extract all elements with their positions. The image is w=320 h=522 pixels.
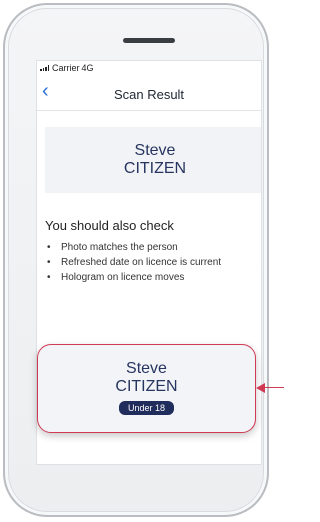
checks-list: Photo matches the person Refreshed date … (45, 240, 221, 285)
page-title: Scan Result (113, 87, 185, 102)
checks-heading: You should also check (45, 218, 174, 233)
home-area (126, 475, 170, 476)
result-card: Steve CITIZEN Under 18 (37, 344, 256, 433)
name-card: Steve CITIZEN (45, 127, 261, 193)
list-item: Refreshed date on licence is current (45, 255, 221, 270)
nav-bar: ‹ Scan Result (37, 77, 261, 111)
last-name: CITIZEN (123, 160, 187, 177)
status-bar: Carrier 4G (40, 63, 94, 73)
phone-frame: Carrier 4G ‹ Scan Result Steve CITIZEN Y… (3, 3, 269, 517)
carrier-label: Carrier (52, 63, 80, 73)
first-name: Steve (134, 142, 176, 159)
arrow-left-icon (256, 383, 265, 393)
list-item: Hologram on licence moves (45, 270, 221, 285)
result-first-name: Steve (126, 360, 167, 377)
phone-speaker (123, 38, 175, 43)
callout-arrow-line (264, 387, 284, 388)
signal-icon (40, 65, 49, 71)
list-item: Photo matches the person (45, 240, 221, 255)
network-label: 4G (81, 63, 94, 73)
age-status-badge: Under 18 (118, 401, 175, 415)
result-last-name: CITIZEN (115, 378, 178, 395)
